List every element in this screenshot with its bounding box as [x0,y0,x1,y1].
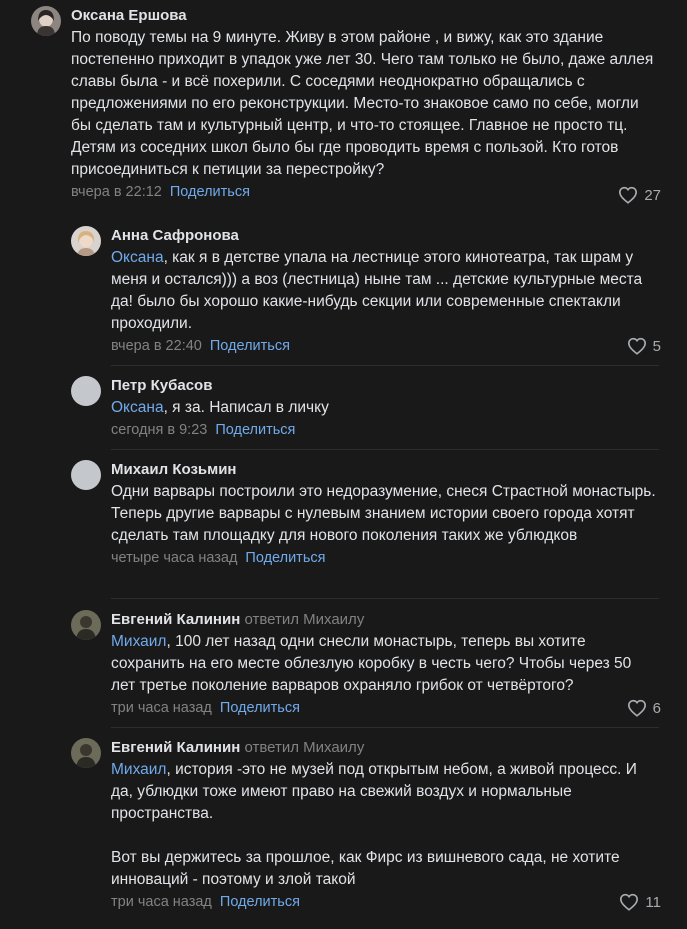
comment-text: Одни варвары построили это недоразумение… [111,483,660,544]
replied-to[interactable]: ответил Михаилу [244,739,364,756]
avatar[interactable] [31,6,61,36]
comment-text: Михаил, история -это не музей под открыт… [111,761,637,888]
comment-time[interactable]: четыре часа назад [111,550,237,566]
author-name[interactable]: Анна Сафронова [111,227,239,244]
comment-reply: Петр Кубасов Оксана, я за. Написал в лич… [71,376,687,446]
comment-text: Михаил, 100 лет назад одни снесли монаст… [111,633,636,694]
like-count: 27 [644,186,661,204]
like-button[interactable]: 6 [627,699,661,717]
comment-text: Оксана, я за. Написал в личку [111,399,329,416]
avatar[interactable] [71,376,101,406]
comment-reply: Евгений Калинин ответил Михаилу Михаил, … [71,738,687,923]
author-name[interactable]: Евгений Калинин [111,739,240,756]
heart-icon [627,699,646,717]
comment-time[interactable]: вчера в 22:12 [71,184,162,200]
comment-reply: Михаил Козьмин Одни варвары построили эт… [71,460,687,595]
avatar[interactable] [71,460,101,490]
comment-text: Оксана, как я в детстве упала на лестниц… [111,249,647,332]
like-count: 11 [645,893,661,911]
like-button[interactable]: 27 [618,186,661,204]
heart-icon [620,893,639,911]
avatar[interactable] [71,226,101,256]
comment-text: По поводу темы на 9 минуте. Живу в этом … [71,29,658,178]
divider [111,727,659,728]
like-count: 5 [652,337,661,355]
comment-time[interactable]: сегодня в 9:23 [111,422,207,438]
author-name[interactable]: Оксана Ершова [71,7,187,24]
avatar[interactable] [71,738,101,768]
heart-icon [627,337,646,355]
divider [111,598,659,599]
comment-time[interactable]: вчера в 22:40 [111,338,202,354]
share-button[interactable]: Поделиться [215,422,295,438]
mention-link[interactable]: Оксана [111,399,164,416]
mention-link[interactable]: Оксана [111,249,164,266]
author-name[interactable]: Евгений Калинин [111,611,240,628]
author-name[interactable]: Михаил Козьмин [111,461,237,478]
share-button[interactable]: Поделиться [170,184,250,200]
like-count: 6 [652,699,661,717]
comment-reply: Анна Сафронова Оксана, как я в детстве у… [71,226,687,356]
divider [111,449,659,450]
avatar[interactable] [71,610,101,640]
comment-reply: Евгений Калинин ответил Михаилу Михаил, … [71,610,687,720]
author-name[interactable]: Петр Кубасов [111,377,212,394]
share-button[interactable]: Поделиться [210,338,290,354]
divider [111,365,659,366]
like-button[interactable]: 5 [627,337,661,355]
share-button[interactable]: Поделиться [220,700,300,716]
share-button[interactable]: Поделиться [245,550,325,566]
mention-link[interactable]: Михаил [111,633,166,650]
share-button[interactable]: Поделиться [220,894,300,910]
comment: Оксана Ершова По поводу темы на 9 минуте… [31,6,687,216]
like-button[interactable]: 11 [619,893,661,911]
replied-to[interactable]: ответил Михаилу [244,611,364,628]
comment-time[interactable]: три часа назад [111,894,212,910]
comment-time[interactable]: три часа назад [111,700,212,716]
heart-icon [619,186,638,204]
mention-link[interactable]: Михаил [111,761,166,778]
